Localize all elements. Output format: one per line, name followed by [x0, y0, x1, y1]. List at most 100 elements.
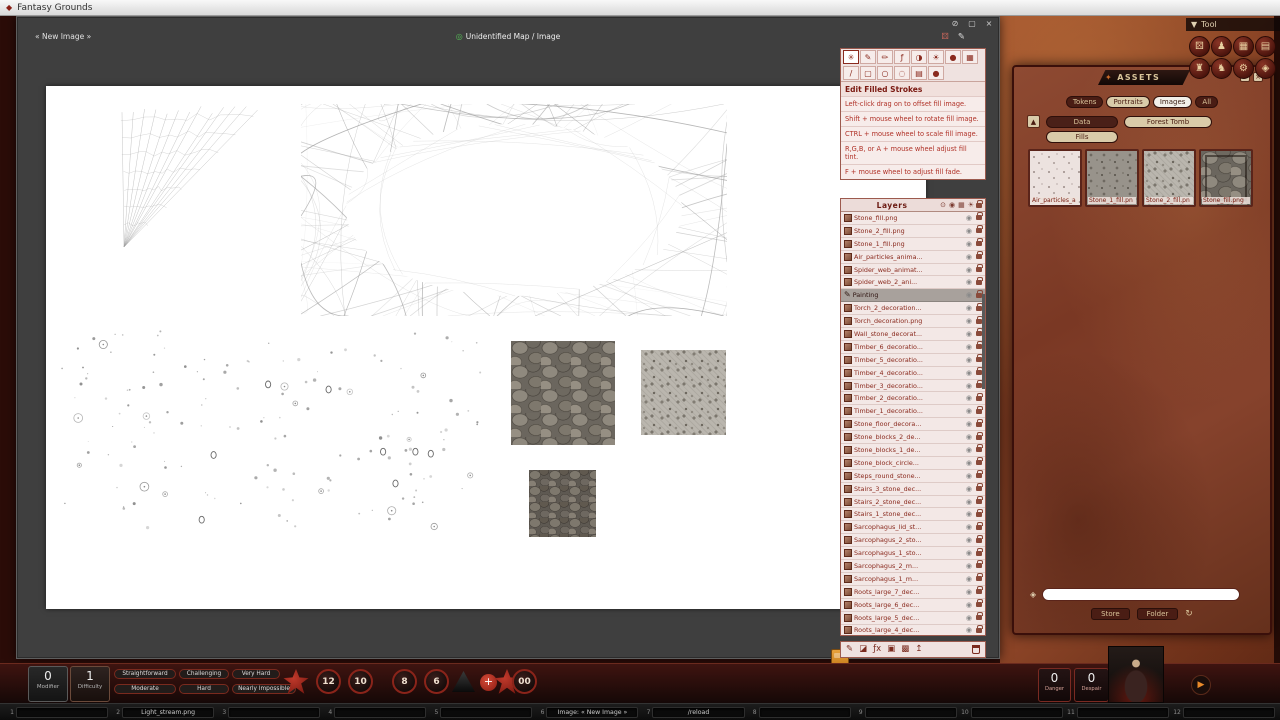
lock-icon[interactable]: [976, 525, 982, 530]
layer-row[interactable]: Stairs_2_stone_dec...: [841, 496, 985, 509]
lock-icon[interactable]: [976, 576, 982, 581]
difficulty-moderate[interactable]: Moderate: [114, 684, 176, 694]
layers-header-icon[interactable]: ▦: [958, 201, 965, 209]
radial-menu-icon[interactable]: ⊘: [950, 19, 960, 28]
store-button[interactable]: Store: [1091, 608, 1130, 620]
layer-row[interactable]: Stone_1_fill.png: [841, 238, 985, 251]
layer-row[interactable]: Timber_5_decoratio...: [841, 354, 985, 367]
asset-thumb-air-particles[interactable]: Air_particles_a: [1028, 149, 1082, 207]
lock-icon[interactable]: [976, 228, 982, 233]
lock-icon[interactable]: [976, 203, 982, 208]
tab-portraits[interactable]: Portraits: [1106, 96, 1149, 108]
tab-all[interactable]: All: [1195, 96, 1218, 108]
shortcut-icon[interactable]: ▤: [1255, 36, 1276, 57]
layer-row[interactable]: Timber_4_decoratio...: [841, 367, 985, 380]
danger-box[interactable]: 0 Danger: [1038, 668, 1071, 702]
hotkey-box[interactable]: [16, 707, 108, 718]
visibility-eye-icon[interactable]: [966, 549, 972, 557]
difficulty-very-hard[interactable]: Very Hard: [232, 669, 280, 679]
paint-tool-button[interactable]: ◑: [911, 50, 927, 64]
lock-icon[interactable]: [976, 628, 982, 633]
hotkey-box[interactable]: [971, 707, 1063, 718]
layer-row[interactable]: Roots_large_6_dec...: [841, 599, 985, 612]
layer-row[interactable]: Stone_blocks_1_de...: [841, 444, 985, 457]
hotkey-box[interactable]: [865, 707, 957, 718]
d4-die[interactable]: [452, 671, 475, 692]
layer-row[interactable]: Sarcophagus_1_sto...: [841, 547, 985, 560]
filter-data[interactable]: Data: [1046, 116, 1118, 128]
tab-images[interactable]: Images: [1153, 96, 1193, 108]
visibility-eye-icon[interactable]: [966, 626, 972, 634]
visibility-eye-icon[interactable]: [966, 278, 972, 286]
lock-icon[interactable]: [976, 615, 982, 620]
lock-icon[interactable]: [976, 460, 982, 465]
visibility-eye-icon[interactable]: [966, 472, 972, 480]
lock-icon[interactable]: [976, 602, 982, 607]
lock-icon[interactable]: [976, 280, 982, 285]
layer-row[interactable]: Torch_decoration.png: [841, 315, 985, 328]
d10-die[interactable]: 10: [348, 669, 373, 694]
shortcut-icon[interactable]: ◈: [1255, 58, 1276, 79]
layers-toolbar-icon[interactable]: ▩: [901, 645, 909, 654]
d8-die[interactable]: 8: [392, 669, 417, 694]
lock-icon[interactable]: [976, 409, 982, 414]
visibility-eye-icon[interactable]: [966, 562, 972, 570]
lock-icon[interactable]: [976, 551, 982, 556]
layer-row[interactable]: Timber_2_decoratio...: [841, 392, 985, 405]
visibility-eye-icon[interactable]: [966, 227, 972, 235]
layer-row[interactable]: Sarcophagus_2_m...: [841, 560, 985, 573]
difficulty-box[interactable]: 1 Difficulty: [70, 666, 110, 702]
layers-toolbar-icon[interactable]: ▣: [887, 645, 895, 654]
visibility-eye-icon[interactable]: [966, 459, 972, 467]
add-die-button[interactable]: +: [480, 674, 497, 691]
layer-row[interactable]: Torch_2_decoration...: [841, 302, 985, 315]
layer-row[interactable]: Sarcophagus_2_sto...: [841, 534, 985, 547]
close-icon[interactable]: ×: [984, 19, 994, 28]
paint-tool-button[interactable]: ●: [945, 50, 961, 64]
layer-row[interactable]: Spider_web_2_ani...: [841, 276, 985, 289]
layer-row[interactable]: Roots_large_7_dec...: [841, 586, 985, 599]
lock-icon[interactable]: [976, 447, 982, 452]
lock-icon[interactable]: [976, 512, 982, 517]
layer-row[interactable]: Stairs_3_stone_dec...: [841, 483, 985, 496]
layers-header-icon[interactable]: ⊙: [940, 201, 946, 209]
layer-row[interactable]: Stairs_1_stone_dec...: [841, 508, 985, 521]
lock-icon[interactable]: [976, 473, 982, 478]
layers-toolbar-icon[interactable]: ƒx: [873, 645, 881, 654]
visibility-eye-icon[interactable]: [966, 588, 972, 596]
paint-tool-button[interactable]: ☀: [928, 50, 944, 64]
layer-row[interactable]: ✎ Painting: [841, 289, 985, 302]
layers-toolbar-icon[interactable]: ◪: [859, 645, 867, 654]
lock-icon[interactable]: [976, 563, 982, 568]
shortcut-icon[interactable]: ⚙: [1233, 58, 1254, 79]
paint-tool-button[interactable]: ✎: [860, 50, 876, 64]
shortcut-icon[interactable]: ▦: [1233, 36, 1254, 57]
layer-row[interactable]: Sarcophagus_lid_st...: [841, 521, 985, 534]
visibility-eye-icon[interactable]: [966, 240, 972, 248]
layer-row[interactable]: Stone_2_fill.png: [841, 225, 985, 238]
visibility-eye-icon[interactable]: [966, 253, 972, 261]
layer-row[interactable]: Timber_6_decoratio...: [841, 341, 985, 354]
lock-icon[interactable]: [976, 267, 982, 272]
folder-button[interactable]: Folder: [1137, 608, 1179, 620]
layers-header-icon[interactable]: ◉: [949, 201, 955, 209]
hotkey-box[interactable]: Image: « New Image »: [546, 707, 638, 718]
shortcut-icon[interactable]: ⚄: [1189, 36, 1210, 57]
lock-icon[interactable]: [976, 422, 982, 427]
visibility-eye-icon[interactable]: [966, 266, 972, 274]
paint-tool-button[interactable]: ✏: [877, 50, 893, 64]
asset-thumb-stone-fill[interactable]: Stone_fill.png: [1199, 149, 1253, 207]
hotkey-box[interactable]: [1077, 707, 1169, 718]
play-button[interactable]: ▶: [1191, 675, 1211, 695]
hotkey-box[interactable]: [334, 707, 426, 718]
visibility-eye-icon[interactable]: [966, 317, 972, 325]
drawing-canvas[interactable]: [46, 86, 926, 609]
visibility-eye-icon[interactable]: [966, 420, 972, 428]
modifier-box[interactable]: 0 Modifier: [28, 666, 68, 702]
shortcut-icon[interactable]: ♞: [1211, 58, 1232, 79]
visibility-eye-icon[interactable]: [966, 575, 972, 583]
edit-icon[interactable]: ✎: [958, 32, 965, 42]
visibility-eye-icon[interactable]: [966, 369, 972, 377]
visibility-eye-icon[interactable]: [966, 485, 972, 493]
difficulty-nearly-impossible[interactable]: Nearly Impossible: [232, 684, 296, 694]
